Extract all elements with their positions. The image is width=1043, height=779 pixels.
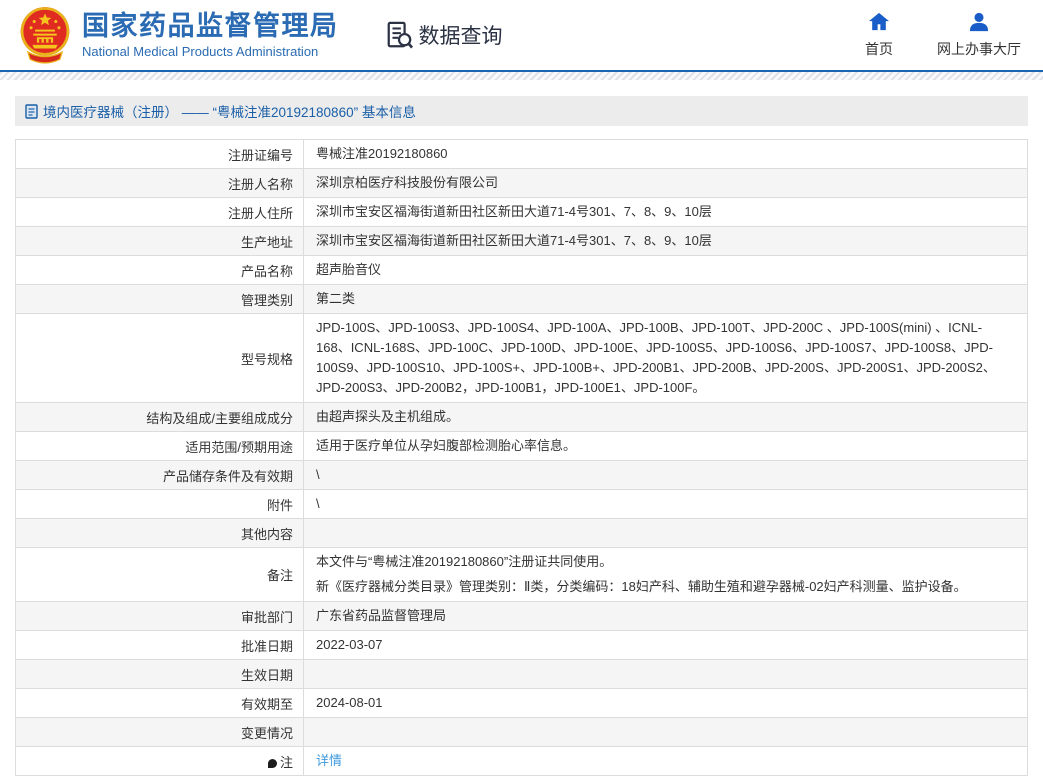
row-value: 广东省药品监督管理局 <box>304 602 1028 631</box>
org-logo-block[interactable]: 国家药品监督管理局 National Medical Products Admi… <box>82 11 339 58</box>
row-value: 由超声探头及主机组成。 <box>304 403 1028 432</box>
table-row: 产品名称超声胎音仪 <box>16 256 1028 285</box>
user-icon <box>968 12 990 32</box>
row-value: 超声胎音仪 <box>304 256 1028 285</box>
row-value: 2024-08-01 <box>304 689 1028 718</box>
row-label: 注册人名称 <box>16 169 304 198</box>
site-header: 国家药品监督管理局 National Medical Products Admi… <box>0 0 1043 70</box>
row-value: 第二类 <box>304 285 1028 314</box>
home-icon <box>868 12 890 32</box>
row-label: 其他内容 <box>16 519 304 548</box>
row-label: 型号规格 <box>16 314 304 403</box>
table-row: 注册证编号粤械注准20192180860 <box>16 140 1028 169</box>
org-title: 国家药品监督管理局 <box>82 11 339 42</box>
page-title: 境内医疗器械（注册） —— “粤械注准20192180860” 基本信息 <box>43 101 416 121</box>
row-label: 注 <box>16 747 304 776</box>
table-row: 注册人住所深圳市宝安区福海街道新田社区新田大道71-4号301、7、8、9、10… <box>16 198 1028 227</box>
row-label: 管理类别 <box>16 285 304 314</box>
org-subtitle: National Medical Products Administration <box>82 44 339 59</box>
row-label: 注册人住所 <box>16 198 304 227</box>
hatched-strip <box>0 72 1043 80</box>
row-value: 粤械注准20192180860 <box>304 140 1028 169</box>
row-value: 适用于医疗单位从孕妇腹部检测胎心率信息。 <box>304 432 1028 461</box>
table-row: 注详情 <box>16 747 1028 776</box>
document-icon <box>25 104 38 119</box>
main-content: 境内医疗器械（注册） —— “粤械注准20192180860” 基本信息 注册证… <box>15 96 1028 776</box>
table-row: 附件\ <box>16 490 1028 519</box>
table-row: 型号规格JPD-100S、JPD-100S3、JPD-100S4、JPD-100… <box>16 314 1028 403</box>
table-row: 注册人名称深圳京柏医疗科技股份有限公司 <box>16 169 1028 198</box>
table-row: 审批部门广东省药品监督管理局 <box>16 602 1028 631</box>
row-label: 注册证编号 <box>16 140 304 169</box>
note-icon <box>268 759 277 768</box>
row-value: 详情 <box>304 747 1028 776</box>
table-row: 备注本文件与“粤械注准20192180860”注册证共同使用。新《医疗器械分类目… <box>16 548 1028 602</box>
data-query-label: 数据查询 <box>419 20 503 50</box>
row-value: 深圳京柏医疗科技股份有限公司 <box>304 169 1028 198</box>
row-value: JPD-100S、JPD-100S3、JPD-100S4、JPD-100A、JP… <box>304 314 1028 403</box>
nav-item-service-hall[interactable]: 网上办事大厅 <box>937 12 1021 59</box>
data-query-tab[interactable]: 数据查询 <box>385 20 503 50</box>
row-value: 深圳市宝安区福海街道新田社区新田大道71-4号301、7、8、9、10层 <box>304 227 1028 256</box>
table-row: 适用范围/预期用途适用于医疗单位从孕妇腹部检测胎心率信息。 <box>16 432 1028 461</box>
table-row: 管理类别第二类 <box>16 285 1028 314</box>
nav-item-label: 首页 <box>865 39 893 59</box>
row-label: 产品名称 <box>16 256 304 285</box>
row-value-line: 本文件与“粤械注准20192180860”注册证共同使用。 <box>316 552 1015 572</box>
table-row: 产品储存条件及有效期\ <box>16 461 1028 490</box>
table-row: 生产地址深圳市宝安区福海街道新田社区新田大道71-4号301、7、8、9、10层 <box>16 227 1028 256</box>
row-label: 有效期至 <box>16 689 304 718</box>
row-value <box>304 519 1028 548</box>
row-label: 批准日期 <box>16 631 304 660</box>
table-row: 有效期至2024-08-01 <box>16 689 1028 718</box>
row-value: \ <box>304 461 1028 490</box>
row-value-line: 新《医疗器械分类目录》管理类别：Ⅱ类，分类编码：18妇产科、辅助生殖和避孕器械-… <box>316 577 1015 597</box>
data-query-icon <box>385 20 413 50</box>
nav-item-home[interactable]: 首页 <box>865 12 893 59</box>
row-value: 深圳市宝安区福海街道新田社区新田大道71-4号301、7、8、9、10层 <box>304 198 1028 227</box>
row-value: 2022-03-07 <box>304 631 1028 660</box>
row-label: 变更情况 <box>16 718 304 747</box>
table-row: 变更情况 <box>16 718 1028 747</box>
row-label: 审批部门 <box>16 602 304 631</box>
row-label: 结构及组成/主要组成成分 <box>16 403 304 432</box>
row-value <box>304 718 1028 747</box>
top-nav: 首页 网上办事大厅 <box>865 12 1021 59</box>
row-label: 产品储存条件及有效期 <box>16 461 304 490</box>
detail-link[interactable]: 详情 <box>316 753 342 768</box>
info-table-body: 注册证编号粤械注准20192180860注册人名称深圳京柏医疗科技股份有限公司注… <box>16 140 1028 776</box>
registration-info-table: 注册证编号粤械注准20192180860注册人名称深圳京柏医疗科技股份有限公司注… <box>15 139 1028 776</box>
row-label: 生产地址 <box>16 227 304 256</box>
table-row: 结构及组成/主要组成成分由超声探头及主机组成。 <box>16 403 1028 432</box>
row-label: 备注 <box>16 548 304 602</box>
table-row: 生效日期 <box>16 660 1028 689</box>
row-value: \ <box>304 490 1028 519</box>
table-row: 其他内容 <box>16 519 1028 548</box>
table-row: 批准日期2022-03-07 <box>16 631 1028 660</box>
row-label: 适用范围/预期用途 <box>16 432 304 461</box>
nav-item-label: 网上办事大厅 <box>937 39 1021 59</box>
row-value: 本文件与“粤械注准20192180860”注册证共同使用。新《医疗器械分类目录》… <box>304 548 1028 602</box>
page-titlebar: 境内医疗器械（注册） —— “粤械注准20192180860” 基本信息 <box>15 96 1028 126</box>
national-emblem-logo <box>18 5 72 65</box>
row-label: 附件 <box>16 490 304 519</box>
row-label: 生效日期 <box>16 660 304 689</box>
row-value <box>304 660 1028 689</box>
